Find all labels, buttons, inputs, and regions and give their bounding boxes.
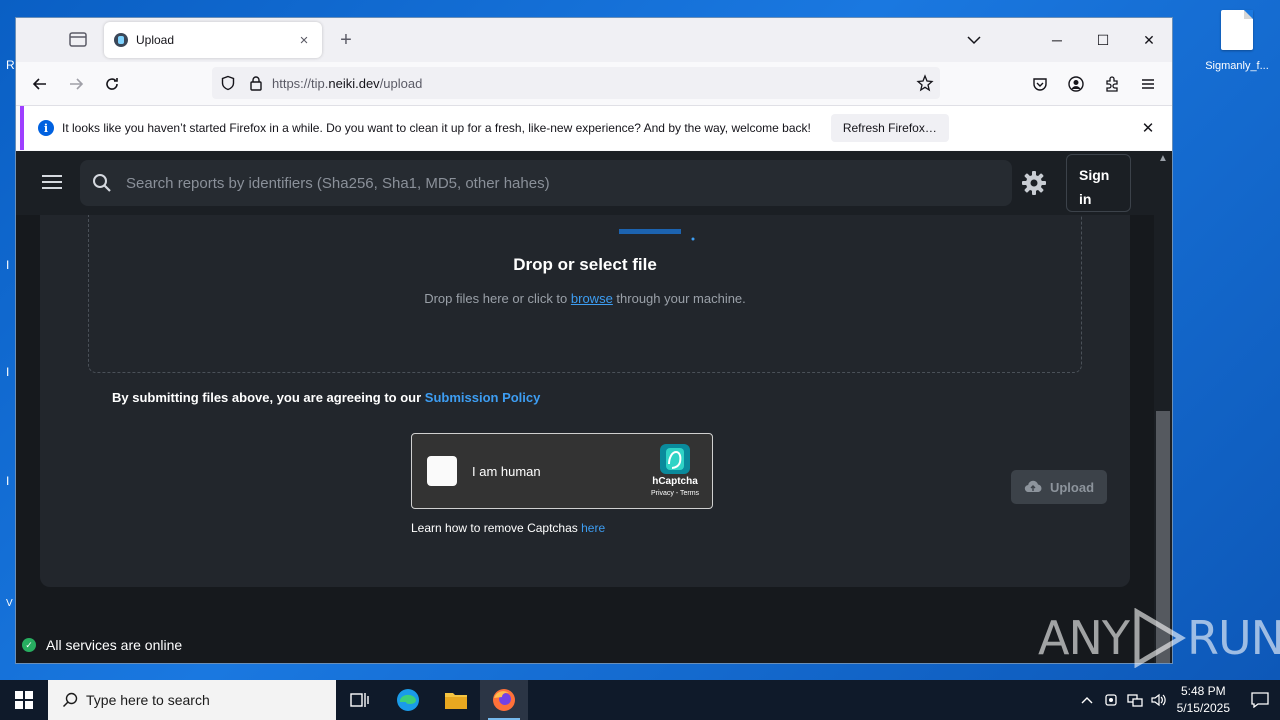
file-icon (1221, 10, 1253, 50)
file-explorer-taskbar-button[interactable] (432, 680, 480, 720)
maximize-button[interactable]: ☐ (1080, 18, 1126, 62)
tab-title: Upload (136, 33, 175, 47)
scroll-up-icon[interactable]: ▲ (1158, 153, 1168, 164)
tray-device-icon[interactable] (1099, 680, 1123, 720)
arrow-left-icon (32, 78, 46, 90)
folder-icon (445, 693, 467, 709)
chevron-down-icon[interactable] (962, 30, 986, 50)
extensions-icon[interactable] (1103, 75, 1121, 93)
search-icon (62, 692, 78, 708)
upload-card: Drop or select file Drop files here or c… (40, 191, 1130, 587)
taskbar: Type here to search 5:48 PM 5/15/2025 (0, 680, 1280, 720)
refresh-firefox-button[interactable]: Refresh Firefox… (830, 114, 949, 142)
submission-policy-link[interactable]: Submission Policy (425, 390, 541, 405)
submission-policy-text: By submitting files above, you are agree… (112, 390, 541, 405)
search-icon (93, 174, 111, 192)
notice-close-icon[interactable]: ✕ (1138, 118, 1158, 138)
hcaptcha-terms[interactable]: Privacy - Terms (640, 490, 710, 497)
cloud-upload-icon (1024, 480, 1042, 493)
minimize-button[interactable]: ─ (1034, 18, 1080, 62)
windows-logo-icon (15, 691, 33, 709)
learn-captcha-text: Learn how to remove Captchas here (411, 521, 606, 535)
clock-time: 5:48 PM (1180, 684, 1226, 698)
upload-button[interactable]: Upload (1011, 470, 1107, 504)
clock-date: 5/15/2025 (1176, 701, 1230, 715)
start-button[interactable] (0, 680, 48, 720)
dropzone-subtitle: Drop files here or click to browse throu… (424, 291, 746, 306)
account-icon[interactable] (1067, 75, 1085, 93)
firefox-taskbar-button[interactable] (480, 680, 528, 720)
browser-window: Upload × + ─ ☐ ✕ https://tip.neiki.dev/u… (16, 18, 1172, 663)
task-view-button[interactable] (336, 680, 384, 720)
hcaptcha-logo-icon (660, 444, 690, 474)
desktop-icon-fragment: I (6, 365, 10, 379)
site-header: Search reports by identifiers (Sha256, S… (16, 151, 1154, 215)
info-icon: i (38, 120, 54, 136)
report-search-input[interactable]: Search reports by identifiers (Sha256, S… (80, 160, 1012, 206)
hamburger-menu-icon[interactable] (42, 175, 62, 191)
tray-chevron-up-icon[interactable] (1075, 680, 1099, 720)
upload-illustration-icon (619, 229, 695, 241)
firefox-view-icon[interactable] (68, 30, 88, 48)
reload-button[interactable] (97, 70, 127, 98)
web-content: Drop or select file Drop files here or c… (16, 151, 1172, 663)
taskbar-clock[interactable]: 5:48 PM 5/15/2025 (1177, 683, 1230, 717)
desktop-icon-fragment: V (6, 598, 13, 609)
desktop-icon-fragment: R (6, 58, 15, 72)
task-view-icon (350, 693, 369, 707)
tab-upload[interactable]: Upload × (104, 22, 322, 58)
captcha-label: I am human (472, 464, 541, 479)
learn-captcha-link[interactable]: here (581, 521, 605, 535)
desktop-icon-fragment: I (6, 258, 10, 272)
arrow-right-icon (70, 78, 84, 90)
close-window-button[interactable]: ✕ (1126, 18, 1172, 62)
dropzone-title: Drop or select file (513, 255, 657, 274)
hcaptcha-brand: hCaptcha (652, 476, 698, 487)
tab-close-icon[interactable]: × (292, 28, 316, 52)
firefox-refresh-notice: i It looks like you haven’t started Fire… (20, 106, 1172, 150)
back-button[interactable] (25, 70, 55, 98)
desktop-icon-fragment: I (6, 474, 10, 488)
hcaptcha-widget: I am human hCaptcha Privacy - Terms (411, 433, 713, 509)
lock-icon[interactable] (248, 75, 264, 91)
firefox-icon (493, 689, 515, 711)
reload-icon (106, 78, 118, 90)
captcha-checkbox[interactable] (427, 456, 457, 486)
taskbar-search-input[interactable]: Type here to search (48, 680, 336, 720)
url-bar[interactable]: https://tip.neiki.dev/upload (212, 67, 940, 99)
sign-in-button[interactable]: Sign in (1066, 154, 1131, 212)
file-dropzone[interactable]: Drop or select file Drop files here or c… (88, 211, 1082, 373)
forward-button[interactable] (61, 70, 91, 98)
status-ok-icon: ✓ (22, 638, 36, 652)
new-tab-button[interactable]: + (334, 28, 358, 52)
notification-center-icon[interactable] (1240, 680, 1280, 720)
browse-link[interactable]: browse (571, 291, 613, 306)
taskbar-search-placeholder: Type here to search (86, 692, 210, 708)
edge-icon (397, 689, 419, 711)
page-scrollbar[interactable]: ▲ (1154, 151, 1172, 663)
nav-bar: https://tip.neiki.dev/upload (16, 62, 1172, 106)
edge-taskbar-button[interactable] (384, 680, 432, 720)
network-icon[interactable] (1123, 680, 1147, 720)
upload-button-label: Upload (1049, 479, 1095, 495)
shield-icon[interactable] (220, 75, 236, 91)
gear-icon[interactable] (1020, 169, 1048, 197)
desktop-file-icon[interactable]: Sigmanly_f... (1200, 10, 1274, 72)
play-logo-icon (1134, 608, 1186, 668)
notice-text: It looks like you haven’t started Firefo… (62, 121, 811, 135)
status-text: All services are online (46, 637, 183, 653)
menu-icon[interactable] (1139, 75, 1157, 93)
search-placeholder: Search reports by identifiers (Sha256, S… (126, 174, 550, 192)
tab-bar: Upload × + ─ ☐ ✕ (16, 18, 1172, 62)
url-text[interactable]: https://tip.neiki.dev/upload (272, 76, 422, 91)
system-tray: 5:48 PM 5/15/2025 (1075, 680, 1280, 720)
volume-icon[interactable] (1147, 680, 1171, 720)
site-favicon-icon (114, 33, 128, 47)
bookmark-star-icon[interactable] (916, 74, 934, 92)
service-status: ✓ All services are online (22, 637, 182, 653)
pocket-icon[interactable] (1031, 75, 1049, 93)
desktop-file-label: Sigmanly_f... (1205, 60, 1269, 72)
anyrun-watermark: ANY RUN (1038, 608, 1280, 668)
